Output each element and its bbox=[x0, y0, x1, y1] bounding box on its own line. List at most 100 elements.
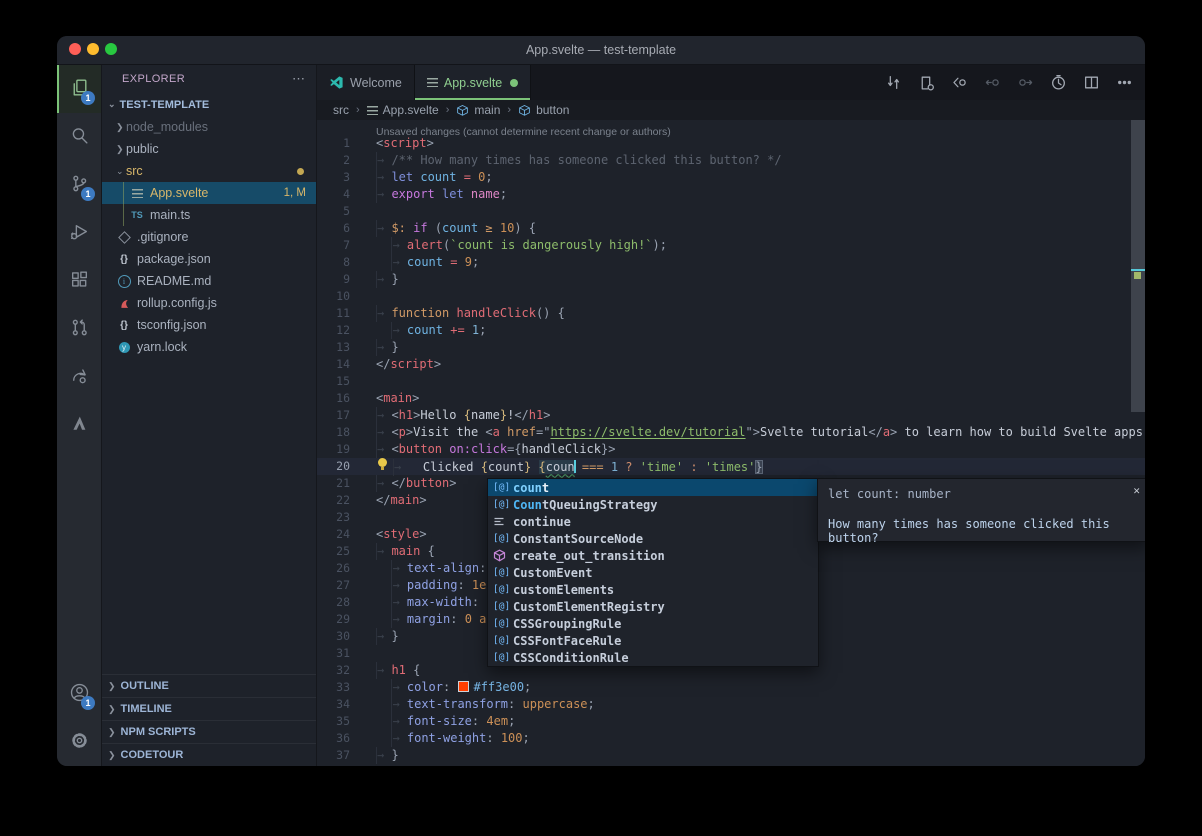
code-line-34[interactable]: 34→text-transform: uppercase; bbox=[317, 696, 1145, 713]
code-line-3[interactable]: 3→let count = 0; bbox=[317, 169, 1145, 186]
suggest-label: CSSConditionRule bbox=[513, 651, 629, 665]
activity-bar-item-pull-requests[interactable] bbox=[57, 305, 101, 353]
activity-bar-item-extensions[interactable] bbox=[57, 257, 101, 305]
activity-bar-item-live-share[interactable] bbox=[57, 353, 101, 401]
open-changes-button[interactable] bbox=[913, 71, 939, 95]
sidebar-item-node_modules[interactable]: ❯node_modules bbox=[102, 116, 316, 138]
suggest-item-create_out_transition[interactable]: create_out_transition bbox=[488, 547, 818, 564]
code-editor[interactable]: Unsaved changes (cannot determine recent… bbox=[317, 120, 1145, 766]
sidebar-panel-npm-scripts[interactable]: ❯NPM SCRIPTS bbox=[102, 720, 316, 743]
sidebar-item-src[interactable]: ⌄src bbox=[102, 160, 316, 182]
more-actions-button[interactable] bbox=[1111, 71, 1137, 95]
code-line-5[interactable]: 5 bbox=[317, 203, 1145, 220]
compare-changes-button[interactable] bbox=[880, 71, 906, 95]
sidebar-panel-timeline[interactable]: ❯TIMELINE bbox=[102, 697, 316, 720]
close-icon[interactable]: ✕ bbox=[1133, 484, 1140, 497]
sidebar-item-tsconfig.json[interactable]: {}tsconfig.json bbox=[102, 314, 316, 336]
go-back-button[interactable] bbox=[946, 71, 972, 95]
suggest-item-CSSGroupingRule[interactable]: [@]CSSGroupingRule bbox=[488, 615, 818, 632]
code-line-10[interactable]: 10 bbox=[317, 288, 1145, 305]
code-token: text-transform bbox=[407, 697, 508, 711]
suggest-item-CustomEvent[interactable]: [@]CustomEvent bbox=[488, 564, 818, 581]
suggest-label: CountQueuingStrategy bbox=[513, 498, 658, 512]
activity-bar-item-search[interactable] bbox=[57, 113, 101, 161]
code-token: Hello bbox=[420, 408, 463, 422]
vscode-icon bbox=[329, 75, 344, 90]
previous-change-button[interactable] bbox=[979, 71, 1005, 95]
sidebar-item-rollup.config.js[interactable]: rollup.config.js bbox=[102, 292, 316, 314]
tab-welcome[interactable]: Welcome bbox=[317, 65, 415, 100]
activity-bar-item-run-debug[interactable] bbox=[57, 209, 101, 257]
code-line-8[interactable]: 8→count = 9; bbox=[317, 254, 1145, 271]
suggest-item-CountQueuingStrategy[interactable]: [@]CountQueuingStrategy bbox=[488, 496, 818, 513]
code-line-13[interactable]: 13→} bbox=[317, 339, 1145, 356]
code-token: < bbox=[391, 425, 398, 439]
code-line-1[interactable]: 1<script> bbox=[317, 135, 1145, 152]
activity-bar-item-settings[interactable] bbox=[57, 718, 101, 766]
lightbulb-icon[interactable] bbox=[376, 458, 390, 471]
indent-guide: → bbox=[391, 594, 406, 611]
code-line-4[interactable]: 4→export let name; bbox=[317, 186, 1145, 203]
activity-bar-item-accounts[interactable]: 1 bbox=[57, 670, 101, 718]
line-content: →<p>Visit the <a href="https://svelte.de… bbox=[350, 424, 1145, 441]
code-line-11[interactable]: 11→function handleClick() { bbox=[317, 305, 1145, 322]
sidebar-item-App.svelte[interactable]: App.svelte1, M bbox=[102, 182, 316, 204]
explorer-more-actions-button[interactable]: ⋯ bbox=[292, 71, 306, 87]
sidebar-panel-outline[interactable]: ❯OUTLINE bbox=[102, 674, 316, 697]
activity-bar-item-source-control[interactable]: 1 bbox=[57, 161, 101, 209]
split-editor-button[interactable] bbox=[1078, 71, 1104, 95]
editor-scrollbar[interactable] bbox=[1131, 120, 1145, 766]
activity-bar-item-azure[interactable] bbox=[57, 401, 101, 449]
code-line-35[interactable]: 35→font-size: 4em; bbox=[317, 713, 1145, 730]
sidebar-item-README.md[interactable]: iREADME.md bbox=[102, 270, 316, 292]
sidebar-item-.gitignore[interactable]: .gitignore bbox=[102, 226, 316, 248]
code-line-18[interactable]: 18→<p>Visit the <a href="https://svelte.… bbox=[317, 424, 1145, 441]
code-token: =" bbox=[536, 425, 550, 439]
code-line-36[interactable]: 36→font-weight: 100; bbox=[317, 730, 1145, 747]
run-file-button[interactable] bbox=[1045, 71, 1071, 95]
line-number: 27 bbox=[317, 577, 350, 594]
sidebar-panel-codetour[interactable]: ❯CODETOUR bbox=[102, 743, 316, 766]
code-line-7[interactable]: 7→alert(`count is dangerously high!`); bbox=[317, 237, 1145, 254]
code-line-33[interactable]: 33→color: #ff3e00; bbox=[317, 679, 1145, 696]
sidebar-item-public[interactable]: ❯public bbox=[102, 138, 316, 160]
suggest-item-continue[interactable]: continue bbox=[488, 513, 818, 530]
code-line-20[interactable]: 20→ Clicked {count} {coun === 1 ? 'time'… bbox=[317, 458, 1145, 475]
activity-bar-item-explorer[interactable]: 1 bbox=[57, 65, 101, 113]
notification-badge: 1 bbox=[81, 187, 95, 201]
suggest-item-CustomElementRegistry[interactable]: [@]CustomElementRegistry bbox=[488, 598, 818, 615]
breadcrumb-item-app-svelte[interactable]: App.svelte bbox=[367, 103, 439, 117]
sidebar-item-main.ts[interactable]: TSmain.ts bbox=[102, 204, 316, 226]
sidebar-item-package.json[interactable]: {}package.json bbox=[102, 248, 316, 270]
code-line-16[interactable]: 16<main> bbox=[317, 390, 1145, 407]
code-line-17[interactable]: 17→<h1>Hello {name}!</h1> bbox=[317, 407, 1145, 424]
code-token: } bbox=[391, 629, 398, 643]
breadcrumb-item-src[interactable]: src bbox=[333, 103, 349, 117]
suggest-item-customElements[interactable]: [@]customElements bbox=[488, 581, 818, 598]
code-line-14[interactable]: 14</script> bbox=[317, 356, 1145, 373]
line-number: 36 bbox=[317, 730, 350, 747]
code-line-12[interactable]: 12→count += 1; bbox=[317, 322, 1145, 339]
project-root-row[interactable]: ⌄ TEST-TEMPLATE bbox=[102, 93, 316, 116]
sidebar-item-yarn.lock[interactable]: yyarn.lock bbox=[102, 336, 316, 358]
suggest-item-ConstantSourceNode[interactable]: [@]ConstantSourceNode bbox=[488, 530, 818, 547]
breadcrumb-item-main[interactable]: main bbox=[456, 103, 500, 117]
suggest-item-CSSFontFaceRule[interactable]: [@]CSSFontFaceRule bbox=[488, 632, 818, 649]
overview-cursor-marker bbox=[1131, 269, 1145, 271]
suggest-item-count[interactable]: [@]count bbox=[488, 479, 818, 496]
breadcrumb-item-button[interactable]: button bbox=[518, 103, 569, 117]
code-line-6[interactable]: 6→$: if (count ≥ 10) { bbox=[317, 220, 1145, 237]
code-line-37[interactable]: 37→} bbox=[317, 747, 1145, 764]
chevron-down-icon: ⌄ bbox=[116, 166, 126, 177]
next-change-button[interactable] bbox=[1012, 71, 1038, 95]
code-line-2[interactable]: 2→/** How many times has someone clicked… bbox=[317, 152, 1145, 169]
suggest-item-CSSConditionRule[interactable]: [@]CSSConditionRule bbox=[488, 649, 818, 666]
line-content: →font-weight: 100; bbox=[350, 730, 530, 747]
code-line-15[interactable]: 15 bbox=[317, 373, 1145, 390]
code-line-19[interactable]: 19→<button on:click={handleClick}> bbox=[317, 441, 1145, 458]
code-line-9[interactable]: 9→} bbox=[317, 271, 1145, 288]
scrollbar-thumb[interactable] bbox=[1131, 120, 1145, 412]
tab-app-svelte[interactable]: App.svelte bbox=[415, 65, 531, 100]
line-content: →h1 { bbox=[350, 662, 420, 679]
color-swatch bbox=[458, 681, 469, 692]
